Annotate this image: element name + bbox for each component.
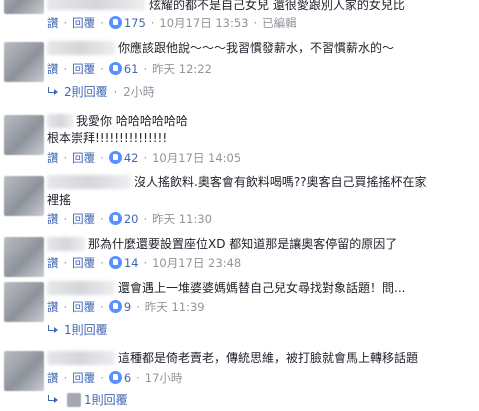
comment-actions: 讚 · 回覆 · 14 · 10月17日 23:48 — [47, 256, 242, 270]
avatar[interactable] — [4, 42, 44, 82]
comment-text: 還會遇上一堆婆婆媽媽替自己兒女尋找對象話題！問... — [118, 281, 406, 295]
like-icon — [108, 151, 122, 164]
commenter-name[interactable] — [47, 281, 115, 295]
like-icon — [108, 212, 122, 225]
reply-button[interactable]: 回覆 — [72, 151, 95, 165]
like-button[interactable]: 讚 — [47, 256, 59, 270]
comment-text: 沒人搖飲料.奧客會有飲料喝嗎??奧客自己買搖搖杯在家 — [134, 175, 427, 189]
comment-time[interactable]: 17小時 — [145, 371, 183, 385]
reply-arrow-icon — [47, 395, 58, 404]
comment-text: 那為什麼還要設置座位XD 都知道那是讓奧客停留的原因了 — [88, 237, 398, 251]
replies-count[interactable]: 1則回覆 — [84, 393, 128, 407]
like-count[interactable]: 14 — [124, 256, 139, 270]
like-button[interactable]: 讚 — [47, 212, 59, 226]
avatar[interactable] — [4, 0, 44, 14]
like-icon — [108, 371, 122, 384]
comment-text-line2: 根本崇拜!!!!!!!!!!!!!!! — [47, 131, 168, 145]
comment-actions: 讚 · 回覆 · 61 · 昨天 12:22 — [47, 62, 212, 76]
like-count[interactable]: 6 — [124, 371, 131, 385]
comment-actions: 讚 · 回覆 · 42 · 10月17日 14:05 — [47, 151, 242, 165]
comment-actions: 讚 · 回覆 · 175 · 10月17日 13:53 · 已編輯 — [47, 16, 297, 30]
comment-time[interactable]: 昨天 12:22 — [152, 62, 212, 76]
comment-text: 炫耀的都不是自己女兒 還很愛跟別人家的女兒比 — [149, 0, 405, 12]
avatar[interactable] — [4, 282, 44, 322]
reply-arrow-icon — [47, 87, 58, 96]
like-count[interactable]: 175 — [124, 16, 146, 30]
commenter-name[interactable] — [47, 41, 115, 55]
avatar[interactable] — [4, 237, 44, 277]
reply-button[interactable]: 回覆 — [72, 16, 95, 30]
like-button[interactable]: 讚 — [47, 151, 59, 165]
reply-button[interactable]: 回覆 — [72, 371, 95, 385]
commenter-name[interactable] — [47, 175, 131, 189]
like-button[interactable]: 讚 — [47, 300, 59, 314]
like-icon — [108, 62, 122, 75]
comment-text: 我愛你 哈哈哈哈哈哈 — [76, 114, 188, 128]
reply-arrow-icon — [47, 325, 58, 334]
like-button[interactable]: 讚 — [47, 371, 59, 385]
reply-button[interactable]: 回覆 — [72, 62, 95, 76]
comment-text-line2: 裡搖 — [47, 193, 72, 207]
commenter-name[interactable] — [47, 237, 85, 251]
like-count[interactable]: 9 — [124, 300, 131, 314]
comment-time[interactable]: 昨天 11:30 — [152, 212, 212, 226]
like-icon — [108, 256, 122, 269]
reply-button[interactable]: 回覆 — [72, 300, 95, 314]
replies-count[interactable]: 2則回覆 — [64, 85, 108, 99]
commenter-name[interactable] — [47, 114, 73, 128]
edited-label[interactable]: 已編輯 — [262, 16, 297, 30]
comment-actions: 讚 · 回覆 · 9 · 昨天 11:39 — [47, 300, 205, 314]
comment-time[interactable]: 10月17日 14:05 — [152, 151, 241, 165]
view-replies-link[interactable]: 1則回覆 — [47, 322, 108, 338]
like-button[interactable]: 讚 — [47, 16, 59, 30]
reply-avatar — [67, 393, 81, 407]
like-button[interactable]: 讚 — [47, 62, 59, 76]
replies-time: 2小時 — [123, 85, 155, 99]
comment-time[interactable]: 10月17日 23:48 — [152, 256, 241, 270]
comment-actions: 讚 · 回覆 · 6 · 17小時 — [47, 371, 183, 385]
reply-button[interactable]: 回覆 — [72, 256, 95, 270]
avatar[interactable] — [4, 351, 44, 391]
comment-actions: 讚 · 回覆 · 20 · 昨天 11:30 — [47, 212, 212, 226]
view-replies-link[interactable]: 2則回覆 · 2小時 — [47, 84, 155, 100]
like-count[interactable]: 42 — [124, 151, 139, 165]
comment-text: 你應該跟他說～～～我習慣發薪水，不習慣薪水的～ — [118, 41, 395, 55]
commenter-name[interactable] — [47, 0, 145, 10]
comment-text: 這種都是倚老賣老，傳統思維，被打臉就會馬上轉移話題 — [118, 351, 419, 365]
commenter-name[interactable] — [47, 351, 115, 365]
reply-button[interactable]: 回覆 — [72, 212, 95, 226]
comment-time[interactable]: 10月17日 13:53 — [159, 16, 248, 30]
view-replies-link[interactable]: 1則回覆 — [47, 392, 128, 408]
like-count[interactable]: 61 — [124, 62, 139, 76]
replies-count[interactable]: 1則回覆 — [64, 323, 108, 337]
like-icon — [108, 300, 122, 313]
like-count[interactable]: 20 — [124, 212, 139, 226]
like-icon — [108, 16, 122, 29]
avatar[interactable] — [4, 176, 44, 216]
avatar[interactable] — [4, 115, 44, 155]
comment-time[interactable]: 昨天 11:39 — [145, 300, 205, 314]
